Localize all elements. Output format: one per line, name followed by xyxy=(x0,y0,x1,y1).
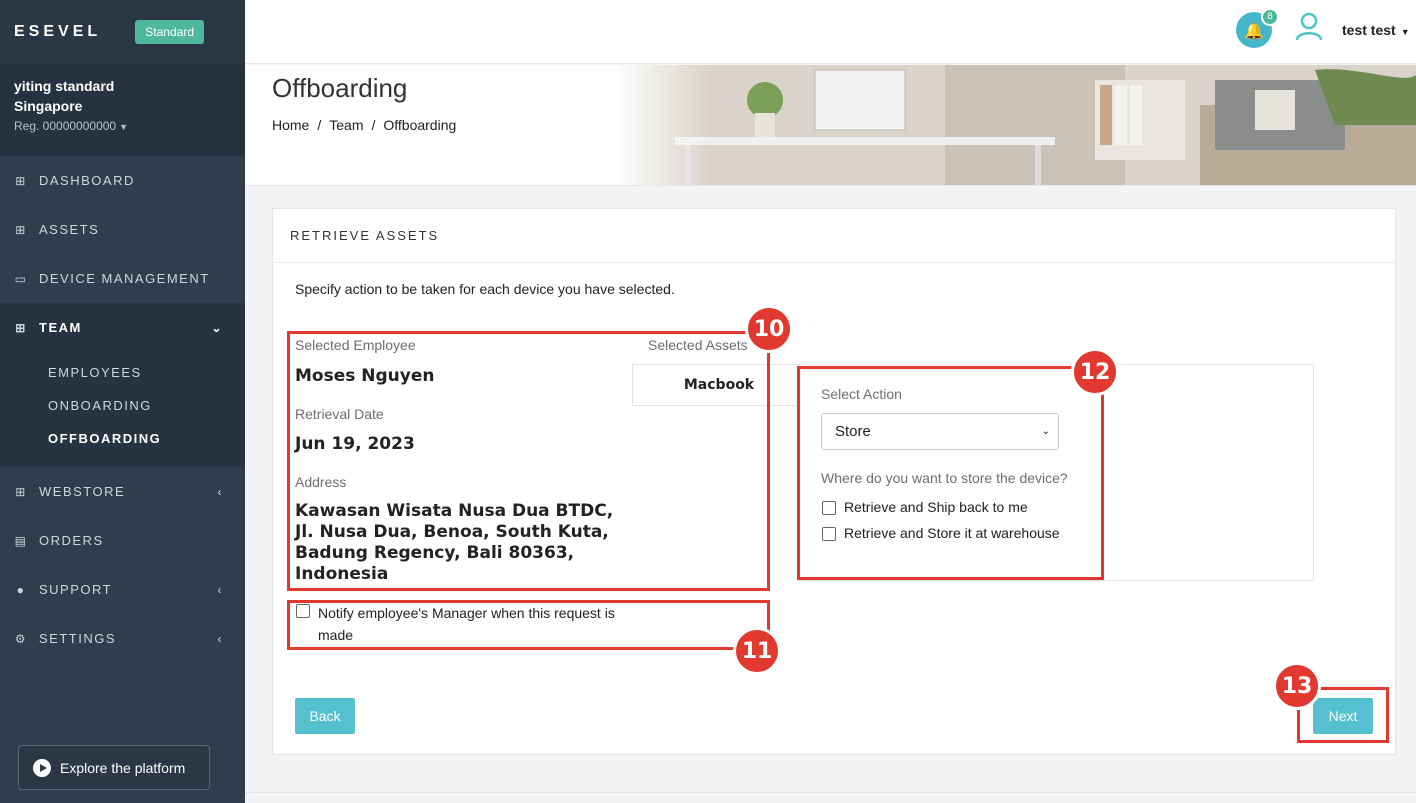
store-question-label: Where do you want to store the device? xyxy=(821,470,1068,486)
action-select-value: Store xyxy=(835,423,871,440)
card-title: RETRIEVE ASSETS xyxy=(273,209,1395,263)
grid-icon: ⊞ xyxy=(15,173,27,188)
user-avatar-icon[interactable] xyxy=(1294,11,1324,41)
sidebar-item-label: WEBSTORE xyxy=(39,484,126,499)
sidebar-item-label: DASHBOARD xyxy=(39,173,135,188)
page-title: Offboarding xyxy=(272,73,408,103)
instruction-text: Specify action to be taken for each devi… xyxy=(295,281,675,297)
breadcrumb-offboarding: Offboarding xyxy=(383,117,457,133)
sidebar-item-offboarding[interactable]: OFFBOARDING xyxy=(0,422,245,455)
ship-back-label: Retrieve and Ship back to me xyxy=(844,499,1028,515)
step-11-marker: 11 xyxy=(733,627,781,675)
company-reg[interactable]: Reg. 00000000000 ▼ xyxy=(14,119,231,133)
sidebar-item-label: ORDERS xyxy=(39,533,104,548)
caret-down-icon: ▼ xyxy=(119,122,129,132)
esevel-logo[interactable]: ESEVEL xyxy=(14,23,101,41)
user-name-text: test test xyxy=(1342,22,1396,38)
plan-badge: Standard xyxy=(135,20,204,44)
notification-count-badge: 8 xyxy=(1261,8,1279,26)
explore-platform-label: Explore the platform xyxy=(60,759,186,776)
page-header: Offboarding Home / Team / Offboarding xyxy=(245,65,1416,186)
address-value: Kawasan Wisata Nusa Dua BTDC, Jl. Nusa D… xyxy=(295,501,614,584)
warehouse-checkbox[interactable] xyxy=(822,527,836,541)
users-gear-icon: ⚙ xyxy=(14,631,28,646)
notify-manager-label: Notify employee's Manager when this requ… xyxy=(318,605,615,643)
retrieval-date-value: Jun 19, 2023 xyxy=(295,434,415,454)
company-reg-text: Reg. 00000000000 xyxy=(14,119,117,133)
play-icon xyxy=(33,758,51,777)
info-icon: ● xyxy=(16,582,26,597)
sidebar-item-label: DEVICE MANAGEMENT xyxy=(39,271,210,286)
chevron-left-icon: ‹ xyxy=(217,582,223,597)
company-switcher[interactable]: yiting standard Singapore Reg. 000000000… xyxy=(0,64,245,156)
sidebar-nav-lower: ⊞ WEBSTORE ‹ ▤ ORDERS ● SUPPORT ‹ ⚙ SETT… xyxy=(0,467,245,663)
explore-platform-button[interactable]: Explore the platform xyxy=(18,745,210,790)
sidebar-nav: ⊞ DASHBOARD ⊞ ASSETS ▭ DEVICE MANAGEMENT… xyxy=(0,156,245,352)
user-menu[interactable]: test test ▼ xyxy=(1342,22,1410,38)
office-banner-image xyxy=(615,65,1416,185)
sidebar-item-team[interactable]: ⊞ TEAM ⌄ xyxy=(0,303,245,352)
asset-item[interactable]: Macbook xyxy=(632,364,806,406)
sidebar-item-webstore[interactable]: ⊞ WEBSTORE ‹ xyxy=(0,467,245,516)
ship-back-option[interactable]: Retrieve and Ship back to me xyxy=(822,499,1028,515)
selected-employee-label: Selected Employee xyxy=(295,337,416,353)
asset-name: Macbook xyxy=(683,377,755,393)
notify-manager-checkbox[interactable] xyxy=(296,604,310,618)
sidebar-item-employees[interactable]: EMPLOYEES xyxy=(0,356,245,389)
chevron-left-icon: ‹ xyxy=(217,631,223,646)
chevron-down-icon: ⌄ xyxy=(211,320,223,335)
grid-icon: ⊞ xyxy=(15,320,27,335)
document-icon: ▤ xyxy=(14,533,28,548)
sidebar-item-device-management[interactable]: ▭ DEVICE MANAGEMENT xyxy=(0,254,245,303)
employee-name: Moses Nguyen xyxy=(295,366,435,386)
sidebar-item-label: SUPPORT xyxy=(39,582,113,597)
step-13-marker: 13 xyxy=(1273,662,1321,710)
chevron-down-icon: ⌄ xyxy=(1041,426,1050,437)
step-12-marker: 12 xyxy=(1071,348,1119,396)
next-button[interactable]: Next xyxy=(1313,698,1373,734)
company-name-line1: yiting standard xyxy=(14,78,115,94)
select-action-label: Select Action xyxy=(821,386,902,402)
sidebar-item-orders[interactable]: ▤ ORDERS xyxy=(0,516,245,565)
sidebar-item-onboarding[interactable]: ONBOARDING xyxy=(0,389,245,422)
team-submenu: EMPLOYEES ONBOARDING OFFBOARDING xyxy=(0,352,245,467)
sidebar-item-label: ASSETS xyxy=(39,222,100,237)
caret-down-icon: ▼ xyxy=(1400,27,1410,37)
sidebar-item-settings[interactable]: ⚙ SETTINGS ‹ xyxy=(0,614,245,663)
sidebar-item-label: TEAM xyxy=(39,320,82,335)
brand-bar: ESEVEL Standard xyxy=(0,0,245,64)
sidebar-item-support[interactable]: ● SUPPORT ‹ xyxy=(0,565,245,614)
sidebar: ESEVEL Standard yiting standard Singapor… xyxy=(0,0,245,803)
step-10-marker: 10 xyxy=(745,305,793,353)
back-button[interactable]: Back xyxy=(295,698,355,734)
notify-manager-option[interactable]: Notify employee's Manager when this requ… xyxy=(296,602,638,646)
grid-icon: ⊞ xyxy=(15,222,27,237)
warehouse-option[interactable]: Retrieve and Store it at warehouse xyxy=(822,525,1060,541)
chevron-left-icon: ‹ xyxy=(217,484,223,499)
company-name-line2: Singapore xyxy=(14,98,83,114)
breadcrumb-team[interactable]: Team xyxy=(329,117,363,133)
address-label: Address xyxy=(295,474,347,490)
sidebar-item-assets[interactable]: ⊞ ASSETS xyxy=(0,205,245,254)
breadcrumb-home[interactable]: Home xyxy=(272,117,309,133)
ship-back-checkbox[interactable] xyxy=(822,501,836,515)
retrieval-date-label: Retrieval Date xyxy=(295,406,384,422)
grid-icon: ⊞ xyxy=(15,484,27,499)
footer-divider xyxy=(245,792,1416,793)
breadcrumb-separator: / xyxy=(317,117,322,133)
warehouse-label: Retrieve and Store it at warehouse xyxy=(844,525,1060,541)
action-select[interactable]: Store ⌄ xyxy=(821,413,1059,450)
retrieve-assets-card: RETRIEVE ASSETS Specify action to be tak… xyxy=(272,208,1396,755)
sidebar-item-dashboard[interactable]: ⊞ DASHBOARD xyxy=(0,156,245,205)
selected-assets-label: Selected Assets xyxy=(648,337,748,353)
topbar: 🔔 8 test test ▼ xyxy=(245,0,1416,64)
laptop-icon: ▭ xyxy=(14,271,28,286)
sidebar-item-label: SETTINGS xyxy=(39,631,117,646)
breadcrumb-separator: / xyxy=(371,117,376,133)
breadcrumb: Home / Team / Offboarding xyxy=(272,117,456,133)
